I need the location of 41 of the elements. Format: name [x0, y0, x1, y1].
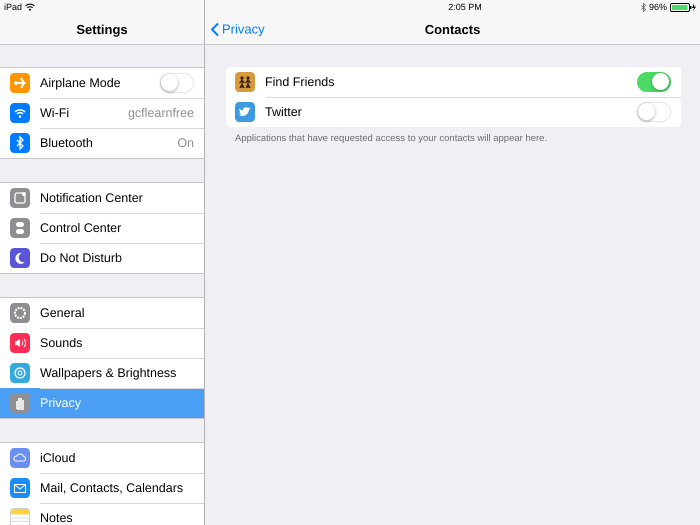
- settings-row[interactable]: Notification Center: [0, 183, 204, 213]
- cloud-icon: [10, 448, 30, 468]
- chevron-icon: [211, 22, 219, 36]
- hand-icon: [10, 393, 30, 413]
- speaker-icon: [10, 333, 30, 353]
- envelope-icon: [10, 478, 30, 498]
- bird-icon: [235, 102, 255, 122]
- settings-row[interactable]: Control Center: [0, 213, 204, 243]
- bluetooth-icon: [10, 133, 30, 153]
- footer-note: Applications that have requested access to your contacts will appear here.: [235, 133, 548, 144]
- moon-icon: [10, 248, 30, 268]
- switches-icon: [10, 218, 30, 238]
- sidebar-title: Settings: [75, 20, 129, 39]
- settings-row[interactable]: Wi-Fi gcflearnfree: [0, 98, 204, 128]
- settings-row[interactable]: Bluetooth On: [0, 128, 204, 158]
- settings-row[interactable]: Wallpapers & Brightness: [0, 358, 204, 388]
- people-icon: [235, 72, 255, 92]
- page-title: Contacts: [424, 22, 480, 36]
- settings-row[interactable]: Notes: [0, 503, 204, 525]
- battery-percent: 96%: [648, 2, 667, 12]
- battery-icon: [670, 2, 696, 12]
- back-button[interactable]: Privacy: [211, 22, 265, 36]
- settings-icon: [10, 303, 30, 323]
- settings-row[interactable]: General: [0, 298, 204, 328]
- settings-row[interactable]: Sounds: [0, 328, 204, 358]
- settings-row[interactable]: Mail, Contacts, Calendars: [0, 473, 204, 503]
- setting-value: gcflearnfree: [128, 106, 194, 120]
- settings-row[interactable]: iCloud: [0, 443, 204, 473]
- toggle-switch[interactable]: [637, 72, 671, 92]
- bluetooth-icon: [640, 2, 646, 12]
- settings-row[interactable]: Do Not Disturb: [0, 243, 204, 273]
- clock-time: 2:05 PM: [448, 2, 482, 12]
- app-row: Twitter: [226, 97, 681, 127]
- wifi-icon: [10, 103, 30, 123]
- notifications-icon: [10, 188, 30, 208]
- settings-row[interactable]: Airplane Mode: [0, 68, 204, 98]
- setting-value: On: [177, 136, 194, 150]
- device-name: iPad: [4, 2, 22, 12]
- app-row: Find Friends: [226, 67, 681, 97]
- airplane-icon: [10, 73, 30, 93]
- wifi-icon: [25, 3, 36, 11]
